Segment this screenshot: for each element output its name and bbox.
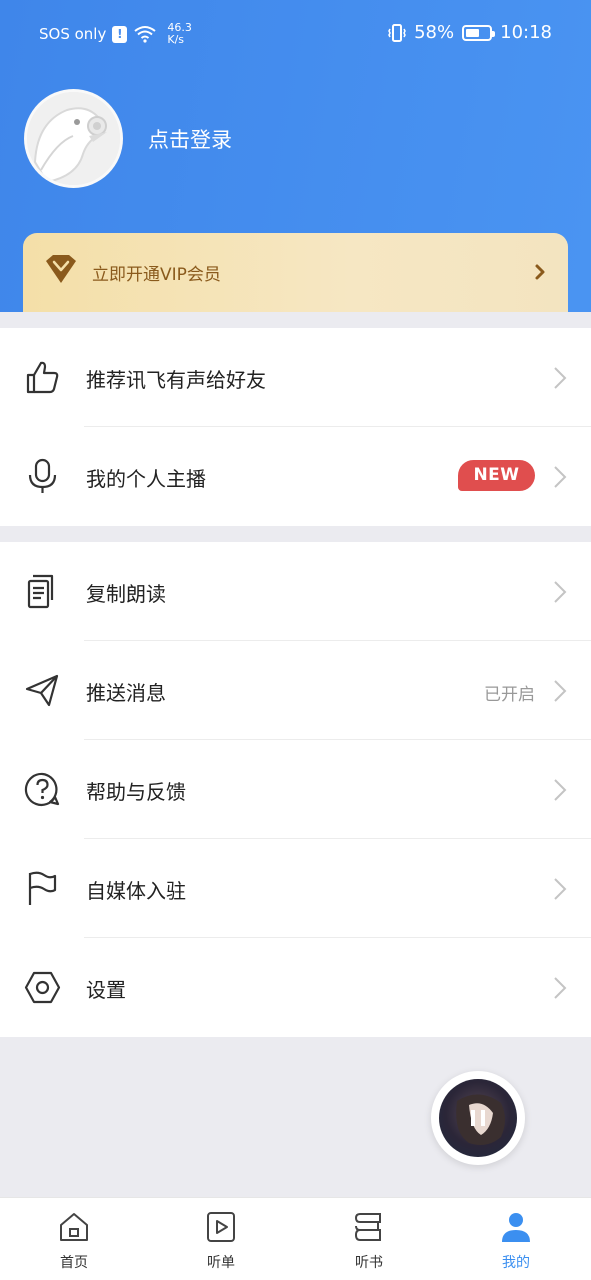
paper-plane-icon [25, 674, 59, 707]
menu-item-push-notifications[interactable]: 推送消息 已开启 [0, 641, 591, 740]
chevron-right-icon [554, 779, 567, 801]
battery-fill [466, 28, 479, 37]
menu-item-label: 设置 [86, 978, 126, 1002]
menu-item-media-join[interactable]: 自媒体入驻 [0, 839, 591, 938]
battery-icon [462, 24, 496, 41]
tab-home[interactable]: 首页 [34, 1210, 114, 1272]
chevron-right-icon [554, 367, 567, 389]
avatar[interactable] [24, 89, 123, 188]
tab-playlist[interactable]: 听单 [181, 1210, 261, 1272]
home-icon [60, 1213, 88, 1241]
play-list-icon [207, 1212, 235, 1242]
chevron-right-icon [554, 680, 567, 702]
menu-item-recommend[interactable]: 推荐讯飞有声给好友 [0, 328, 591, 427]
wifi-icon [134, 26, 156, 43]
menu-item-label: 推荐讯飞有声给好友 [86, 368, 266, 392]
menu-item-label: 复制朗读 [86, 582, 166, 606]
chevron-right-icon [554, 878, 567, 900]
bottom-tab-bar: 首页 听单 听书 我的 [0, 1197, 591, 1280]
floating-player[interactable] [431, 1071, 525, 1165]
tab-label: 听单 [207, 1255, 235, 1271]
network-speed: 46.3 K/s [167, 22, 192, 46]
tab-label: 首页 [60, 1255, 88, 1271]
flag-icon [28, 871, 57, 905]
tab-books[interactable]: 听书 [329, 1210, 409, 1272]
menu-item-settings[interactable]: 设置 [0, 938, 591, 1037]
chevron-right-icon [554, 466, 567, 488]
speed-unit: K/s [167, 33, 185, 46]
battery-percent: 58% [414, 22, 455, 43]
menu-item-label: 我的个人主播 [86, 467, 206, 491]
login-link[interactable]: 点击登录 [148, 124, 232, 154]
document-copy-icon [27, 574, 54, 609]
chevron-right-icon [535, 264, 545, 280]
chevron-right-icon [554, 977, 567, 999]
book-icon [354, 1213, 381, 1241]
profile-icon [502, 1213, 530, 1242]
bird-mascot-icon [27, 92, 120, 185]
menu-group-settings: 复制朗读 推送消息 已开启 帮助与反馈 自媒体入驻 设置 [0, 542, 591, 1037]
tab-profile[interactable]: 我的 [476, 1210, 556, 1272]
vibrate-icon [388, 23, 406, 42]
profile-header: SOS only ! 46.3 K/s 58% 10:18 点击登录 立即开通V… [0, 0, 591, 312]
clock: 10:18 [500, 22, 552, 43]
microphone-icon [28, 458, 57, 493]
menu-item-copy-read[interactable]: 复制朗读 [0, 542, 591, 641]
chevron-right-icon [554, 581, 567, 603]
menu-item-personal-anchor[interactable]: 我的个人主播 NEW [0, 427, 591, 526]
carrier-text: SOS only [39, 25, 107, 43]
menu-item-label: 帮助与反馈 [86, 780, 186, 804]
pause-icon[interactable] [468, 1108, 488, 1128]
new-badge: NEW [458, 460, 535, 491]
tab-label: 听书 [355, 1255, 383, 1271]
thumbs-up-icon [26, 361, 59, 394]
help-question-icon [24, 772, 60, 807]
push-status: 已开启 [484, 685, 535, 705]
settings-hexagon-icon [24, 971, 61, 1004]
vip-label: 立即开通VIP会员 [92, 265, 221, 285]
diamond-icon [46, 255, 76, 283]
vip-banner[interactable]: 立即开通VIP会员 [23, 233, 568, 312]
menu-item-label: 推送消息 [86, 681, 166, 705]
menu-group-share: 推荐讯飞有声给好友 我的个人主播 NEW [0, 328, 591, 526]
status-bar: SOS only ! 46.3 K/s 58% 10:18 [0, 0, 591, 66]
tab-label: 我的 [502, 1255, 530, 1271]
menu-item-label: 自媒体入驻 [86, 879, 186, 903]
alert-icon: ! [112, 25, 128, 43]
menu-item-help-feedback[interactable]: 帮助与反馈 [0, 740, 591, 839]
